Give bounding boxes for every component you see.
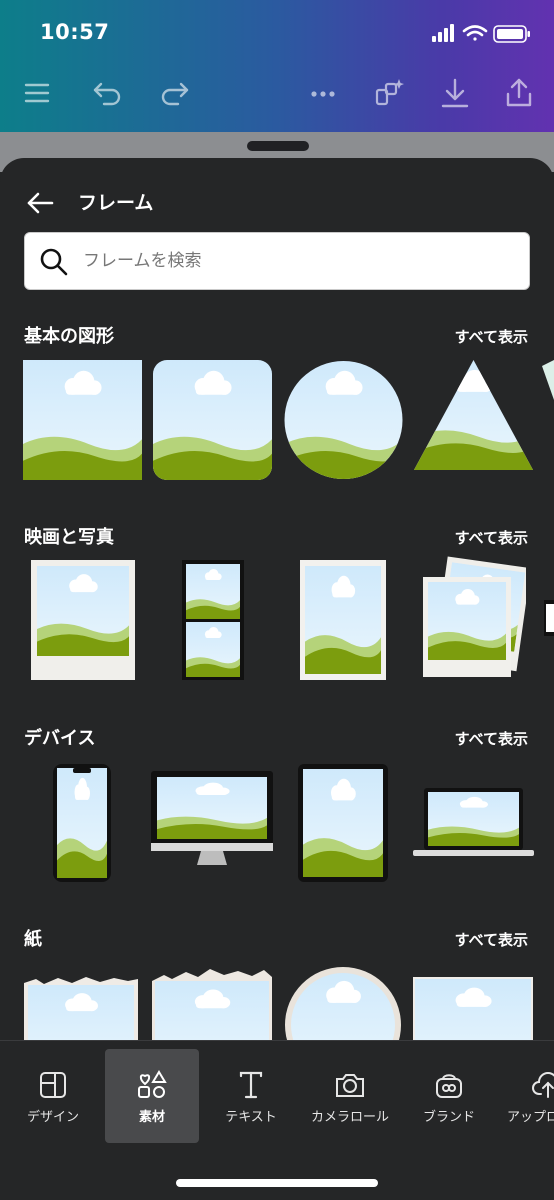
menu-icon[interactable] xyxy=(20,76,54,110)
section-title: デバイス xyxy=(24,728,96,749)
nav-label: 素材 xyxy=(138,1110,165,1125)
nav-elements[interactable]: 素材 xyxy=(105,1049,199,1143)
polaroid-frame[interactable] xyxy=(31,560,135,680)
partial-frame[interactable] xyxy=(544,600,554,636)
nav-brand[interactable]: ブランド xyxy=(402,1049,496,1143)
nav-design[interactable]: デザイン xyxy=(6,1049,100,1143)
text-icon xyxy=(239,1071,263,1099)
triangle-frame[interactable] xyxy=(414,360,533,480)
nav-label: カメラロール xyxy=(310,1110,389,1125)
sheet-drag-handle[interactable] xyxy=(247,141,309,151)
nav-label: アップロ xyxy=(507,1110,554,1125)
elements-icon xyxy=(138,1070,167,1098)
status-time: 10:57 xyxy=(40,20,110,44)
desktop-monitor-frame[interactable] xyxy=(151,771,273,871)
see-all-link[interactable]: すべて表示 xyxy=(455,326,528,347)
undo-icon[interactable] xyxy=(90,76,124,110)
section-title: 紙 xyxy=(24,929,42,950)
nav-label: デザイン xyxy=(26,1110,79,1125)
camera-icon xyxy=(336,1074,364,1097)
section-title: 基本の図形 xyxy=(24,326,114,347)
cellular-signal-icon xyxy=(432,24,454,42)
status-icons xyxy=(432,24,530,43)
redo-icon[interactable] xyxy=(158,76,192,110)
nav-camera-roll[interactable]: カメラロール xyxy=(303,1049,397,1143)
see-all-link[interactable]: すべて表示 xyxy=(455,527,528,548)
tablet-frame[interactable] xyxy=(298,764,388,882)
battery-icon xyxy=(493,25,530,43)
phone-frame[interactable] xyxy=(53,764,111,882)
see-all-link[interactable]: すべて表示 xyxy=(455,929,528,950)
stacked-photos-frame[interactable] xyxy=(420,555,526,680)
share-icon[interactable] xyxy=(502,76,536,110)
film-strip-frame[interactable] xyxy=(182,560,244,680)
panel-title: フレーム xyxy=(78,192,154,214)
nav-label: テキスト xyxy=(225,1110,277,1125)
search-box[interactable] xyxy=(24,232,530,290)
brand-icon xyxy=(436,1074,462,1098)
section-title: 映画と写真 xyxy=(24,527,114,548)
circle-frame[interactable] xyxy=(284,360,403,480)
wifi-icon xyxy=(462,25,488,41)
rounded-square-frame[interactable] xyxy=(153,360,272,480)
more-icon[interactable] xyxy=(306,76,340,110)
home-indicator xyxy=(176,1179,378,1187)
back-arrow-icon[interactable] xyxy=(24,188,58,218)
editor-toolbar: 10:57 xyxy=(0,0,554,132)
search-input[interactable] xyxy=(83,243,513,279)
nav-label: ブランド xyxy=(422,1110,475,1125)
upload-icon xyxy=(532,1072,554,1098)
square-frame[interactable] xyxy=(23,360,142,480)
search-icon xyxy=(40,248,68,276)
nav-upload[interactable]: アップロ xyxy=(501,1049,554,1143)
laptop-frame[interactable] xyxy=(413,788,534,856)
nav-text[interactable]: テキスト xyxy=(204,1049,298,1143)
bottom-navigation: デザイン 素材 テキスト カメラロール ブランド アップロ xyxy=(0,1040,554,1200)
design-icon xyxy=(40,1072,66,1098)
partial-frame[interactable] xyxy=(542,360,554,400)
film-slide-frame[interactable] xyxy=(300,560,386,680)
magic-resize-icon[interactable] xyxy=(372,76,406,110)
download-icon[interactable] xyxy=(438,76,472,110)
see-all-link[interactable]: すべて表示 xyxy=(455,728,528,749)
